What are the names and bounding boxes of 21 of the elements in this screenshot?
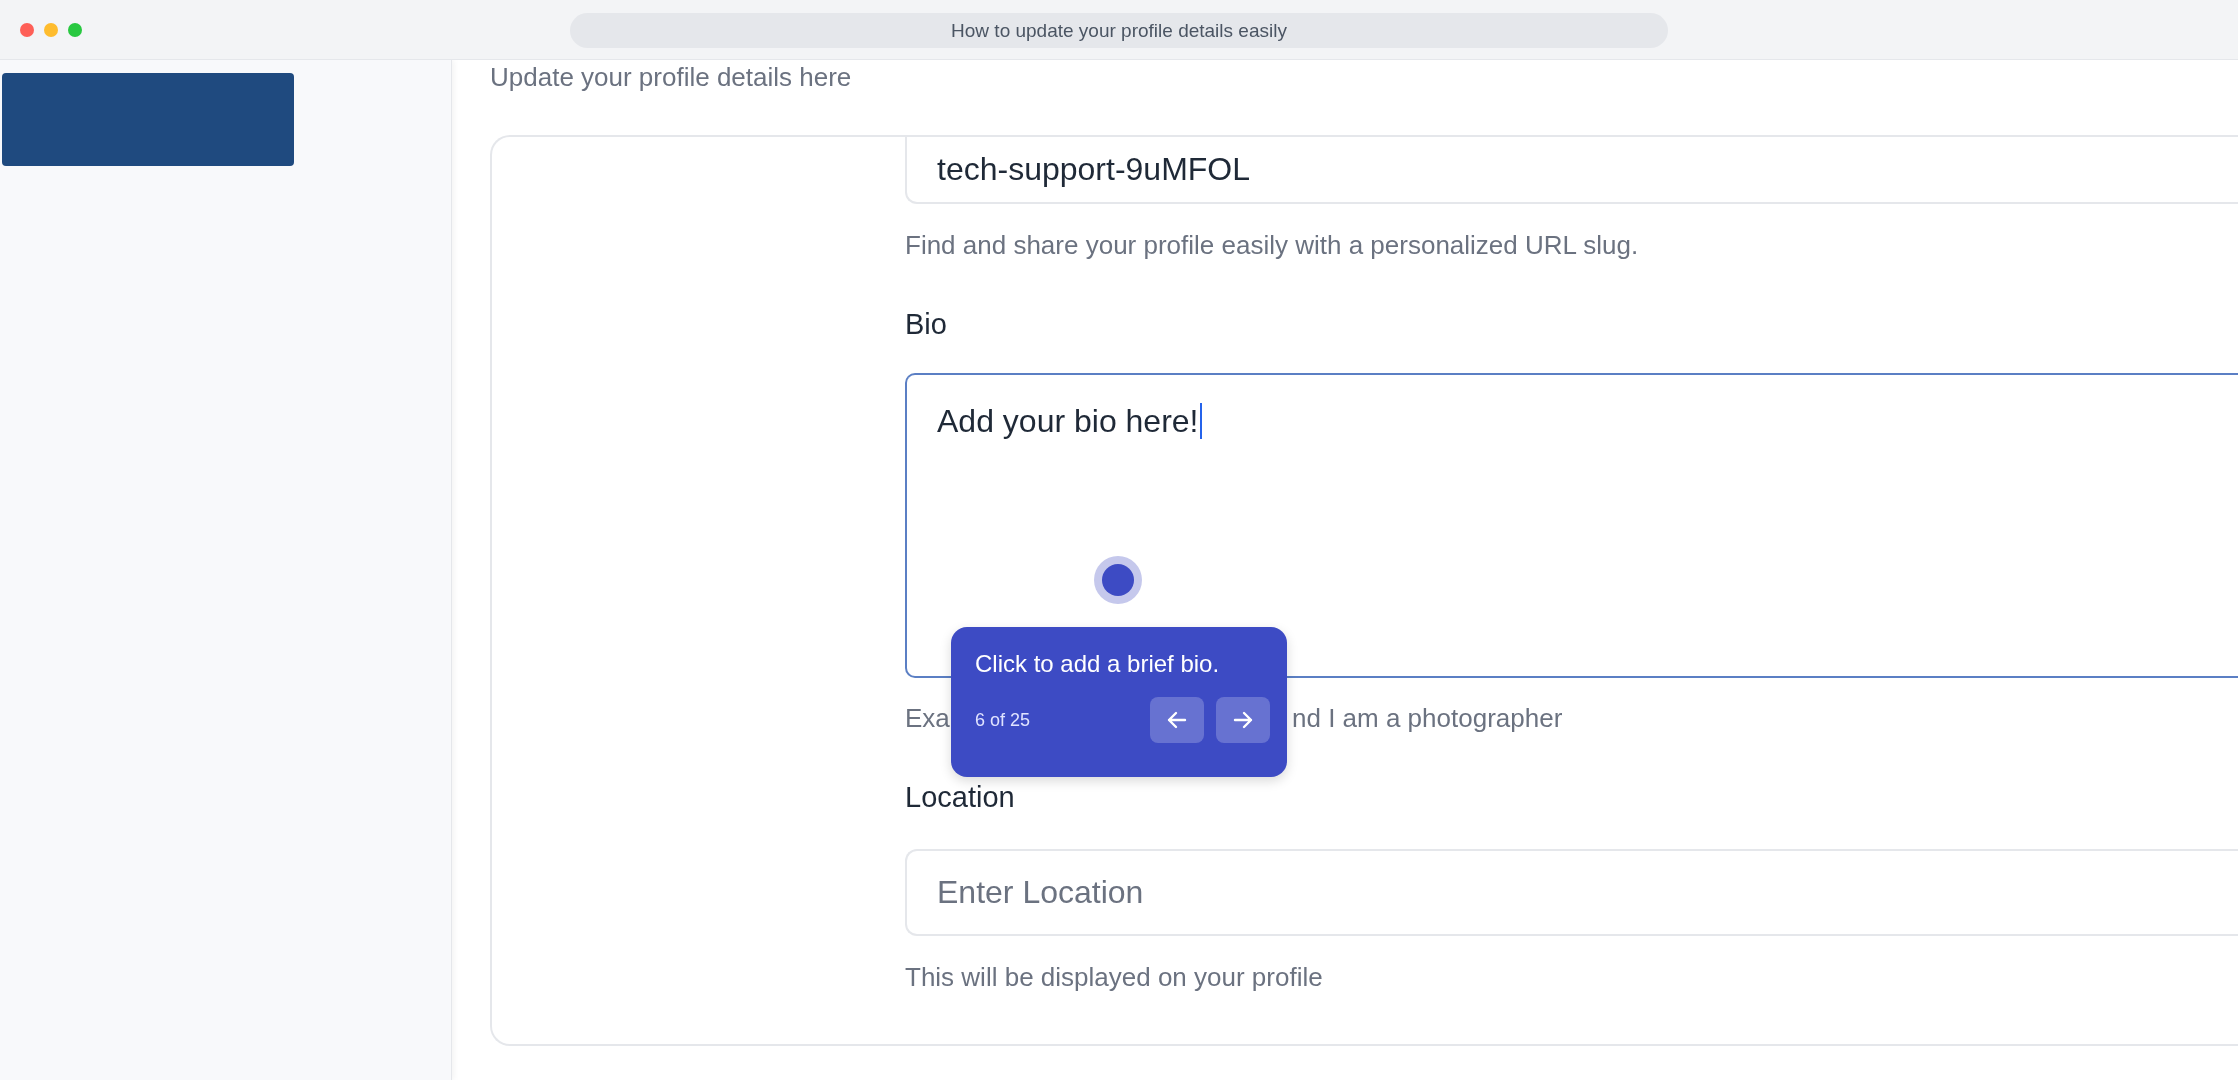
location-field[interactable]: Enter Location bbox=[905, 849, 2238, 936]
helper-text: nd I am a photographer bbox=[1292, 702, 1563, 734]
step-counter: 6 of 25 bbox=[975, 709, 1032, 731]
page-subtitle: Update your profile details here bbox=[490, 62, 853, 92]
helper-text: This will be displayed on your profile bbox=[905, 961, 1324, 993]
tooltip-text: Click to add a brief bio. bbox=[975, 649, 1221, 679]
helper-text: Find and share your profile easily with a personalized URL slug. bbox=[905, 229, 1640, 261]
zoom-button[interactable] bbox=[68, 22, 82, 37]
next-button[interactable] bbox=[1216, 697, 1270, 743]
slug-field[interactable]: tech-support-9uMFOL bbox=[905, 137, 2238, 204]
close-button[interactable] bbox=[20, 22, 34, 37]
window-title: How to update your profile details easily bbox=[570, 13, 1668, 48]
hotspot-icon bbox=[1094, 556, 1142, 604]
right-arrow-icon bbox=[1232, 709, 1254, 731]
field-label: Bio bbox=[905, 307, 948, 341]
minimize-button[interactable] bbox=[44, 22, 58, 37]
field-label: Location bbox=[905, 780, 1016, 814]
helper-text: Exa bbox=[905, 702, 950, 734]
text-cursor bbox=[1199, 403, 1202, 439]
previous-button[interactable] bbox=[1150, 697, 1204, 743]
left-arrow-icon bbox=[1166, 709, 1188, 731]
